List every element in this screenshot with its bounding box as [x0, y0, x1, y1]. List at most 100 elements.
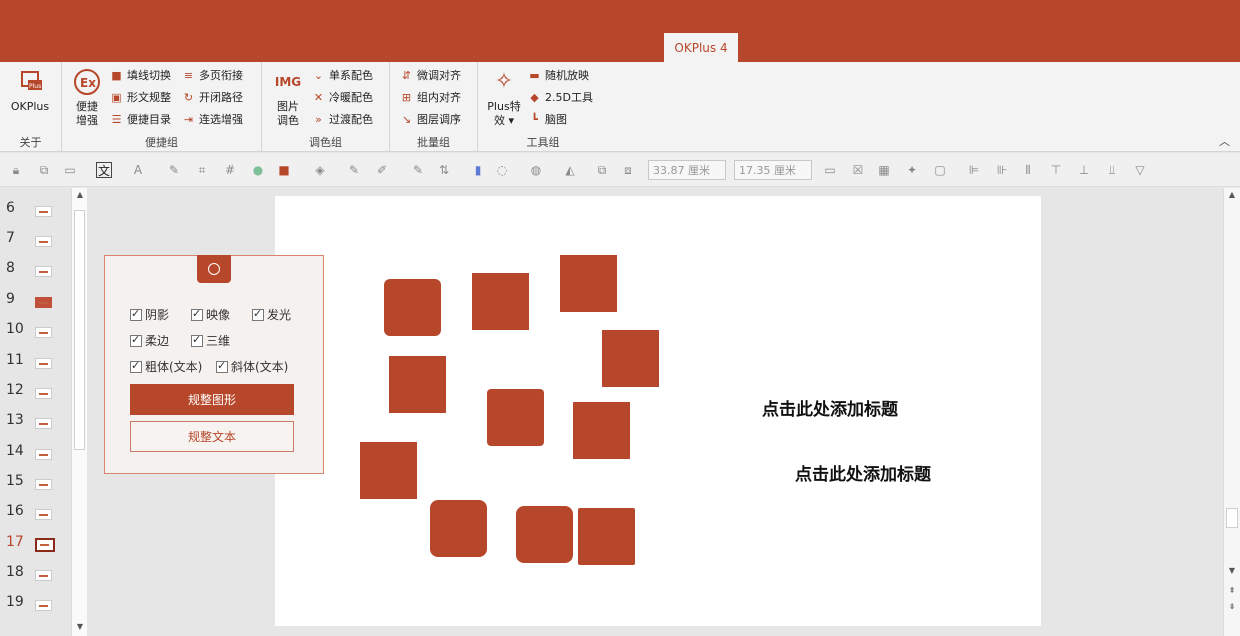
slide-thumb[interactable]: 7: [0, 230, 72, 250]
rounded-square-shape[interactable]: [516, 506, 573, 563]
normalize-shapes-button[interactable]: 规整图形: [130, 384, 294, 415]
open-close-path-button[interactable]: ↻ 开闭路径: [182, 87, 243, 107]
scroll-down-icon[interactable]: ▼: [1224, 566, 1240, 580]
width-input[interactable]: 33.87 厘米: [648, 160, 726, 180]
crop-icon[interactable]: #: [222, 162, 238, 178]
slide-thumb[interactable]: 15: [0, 473, 72, 493]
tab-okplus4[interactable]: OKPlus 4: [664, 33, 738, 62]
slide-thumb[interactable]: 6: [0, 200, 72, 220]
slide-thumb[interactable]: 12: [0, 382, 72, 402]
fill-line-toggle-button[interactable]: ■ 填线切换: [110, 65, 171, 85]
scroll-down-icon[interactable]: ▼: [72, 622, 88, 636]
slide-thumb[interactable]: 8: [0, 260, 72, 280]
more-dropdown-icon[interactable]: ▽: [1132, 162, 1148, 178]
rounded-square-shape[interactable]: [430, 500, 487, 557]
group-icon[interactable]: ⧉: [36, 162, 52, 178]
prev-slide-icon[interactable]: ⇞: [1224, 586, 1240, 600]
rounded-square-shape[interactable]: [487, 389, 544, 446]
bold-text-checkbox[interactable]: 粗体(文本): [130, 358, 202, 375]
close-box-icon[interactable]: ☒: [850, 162, 866, 178]
title-placeholder[interactable]: 点击此处添加标题: [762, 395, 898, 420]
align-left-icon[interactable]: ⊫: [966, 162, 982, 178]
gradient-color-button[interactable]: » 过渡配色: [312, 109, 373, 129]
align-bottom-icon[interactable]: ⫫: [1104, 162, 1120, 178]
plus-effects-button[interactable]: ✧ Plus特 效 ▾: [484, 68, 524, 128]
slide-thumb[interactable]: 18: [0, 564, 72, 584]
okplus-button[interactable]: Plus OKPlus: [10, 68, 50, 114]
3d-checkbox[interactable]: 三维: [191, 332, 230, 349]
chart-icon[interactable]: ▮: [470, 162, 486, 178]
align-top-icon[interactable]: ⊤: [1048, 162, 1064, 178]
reflection-checkbox[interactable]: 映像: [191, 306, 230, 323]
slide-thumb[interactable]: 11: [0, 352, 72, 372]
multi-select-enhance-button[interactable]: ⇥ 连选增强: [182, 109, 243, 129]
convenience-enhance-button[interactable]: Ex 便捷 增强: [67, 68, 107, 128]
square-shape[interactable]: [389, 356, 446, 413]
fill-color-icon[interactable]: ■: [276, 162, 292, 178]
slide-thumb[interactable]: 13: [0, 412, 72, 432]
shape-text-align-button[interactable]: ▣ 形文规整: [110, 87, 171, 107]
collapse-ribbon-icon[interactable]: ︿: [1219, 133, 1230, 149]
2-5d-tool-button[interactable]: ◆ 2.5D工具: [528, 87, 593, 107]
slide-thumb[interactable]: 14: [0, 443, 72, 463]
slide-scrollbar[interactable]: ▲ ▼ ⇞ ⇟: [1223, 188, 1240, 636]
multi-page-link-button[interactable]: ≡ 多页衔接: [182, 65, 243, 85]
normalize-text-button[interactable]: 规整文本: [130, 421, 294, 452]
soft-edge-checkbox[interactable]: 柔边: [130, 332, 169, 349]
rounded-square-shape[interactable]: [384, 279, 441, 336]
text-icon[interactable]: 文: [96, 162, 112, 178]
paint-bucket-icon[interactable]: ◈: [312, 162, 328, 178]
paste-icon[interactable]: ⧈: [620, 162, 636, 178]
flip-icon[interactable]: ◭: [562, 162, 578, 178]
size-icon[interactable]: ▭: [822, 162, 838, 178]
align-right-icon[interactable]: ⊪: [994, 162, 1010, 178]
scrollbar-thumb[interactable]: [1226, 508, 1238, 528]
textbox-icon[interactable]: ▭: [62, 162, 78, 178]
slide-thumb[interactable]: 10: [0, 321, 72, 341]
scrollbar-thumb[interactable]: [74, 210, 85, 450]
scroll-up-icon[interactable]: ▲: [72, 190, 88, 204]
random-slideshow-button[interactable]: ▬ 随机放映: [528, 65, 589, 85]
height-input[interactable]: 17.35 厘米: [734, 160, 812, 180]
copy-icon[interactable]: ⧉: [594, 162, 610, 178]
square-shape[interactable]: [602, 330, 659, 387]
frame-icon[interactable]: ▢: [932, 162, 948, 178]
square-shape[interactable]: [472, 273, 529, 330]
slide-canvas[interactable]: 点击此处添加标题 点击此处添加标题: [275, 196, 1041, 626]
eyedropper-2-icon[interactable]: ✎: [346, 162, 362, 178]
single-color-scheme-button[interactable]: ⌄ 单系配色: [312, 65, 373, 85]
arrange-icon[interactable]: ⇅: [436, 162, 452, 178]
font-color-icon[interactable]: A: [130, 162, 146, 178]
lock-icon[interactable]: 🔒︎: [8, 162, 24, 178]
warm-cool-color-button[interactable]: ✕ 冷暖配色: [312, 87, 373, 107]
image-color-button[interactable]: IMG 图片 调色: [268, 68, 308, 128]
image-icon[interactable]: ⌗: [194, 162, 210, 178]
square-shape[interactable]: [578, 508, 635, 565]
layer-order-button[interactable]: ↘ 图层调序: [400, 109, 461, 129]
align-grid-icon[interactable]: ▦: [876, 162, 892, 178]
title-placeholder[interactable]: 点击此处添加标题: [795, 460, 931, 485]
thumbnail-scrollbar[interactable]: ▲ ▼: [71, 188, 87, 636]
next-slide-icon[interactable]: ⇟: [1224, 602, 1240, 616]
shadow-checkbox[interactable]: 阴影: [130, 306, 169, 323]
distribute-h-icon[interactable]: ⫴: [1020, 162, 1036, 178]
shapes-icon[interactable]: ◌: [494, 162, 510, 178]
mind-map-button[interactable]: ┗ 脑图: [528, 109, 567, 129]
quick-toc-button[interactable]: ☰ 便捷目录: [110, 109, 171, 129]
panel-handle[interactable]: [197, 255, 231, 283]
slide-thumb[interactable]: 19: [0, 594, 72, 614]
eyedropper-3-icon[interactable]: ✎: [410, 162, 426, 178]
outline-icon[interactable]: ✐: [374, 162, 390, 178]
eyedropper-icon[interactable]: ✎: [166, 162, 182, 178]
square-shape[interactable]: [560, 255, 617, 312]
italic-text-checkbox[interactable]: 斜体(文本): [216, 358, 288, 375]
square-shape[interactable]: [573, 402, 630, 459]
slide-thumb[interactable]: 16: [0, 503, 72, 523]
circle-shape-icon[interactable]: ●: [250, 162, 266, 178]
scroll-up-icon[interactable]: ▲: [1224, 190, 1240, 204]
align-middle-icon[interactable]: ⊥: [1076, 162, 1092, 178]
slide-thumb-active[interactable]: 17: [0, 534, 72, 554]
magic-icon[interactable]: ✦: [904, 162, 920, 178]
square-shape[interactable]: [360, 442, 417, 499]
merge-shapes-icon[interactable]: ◍: [528, 162, 544, 178]
